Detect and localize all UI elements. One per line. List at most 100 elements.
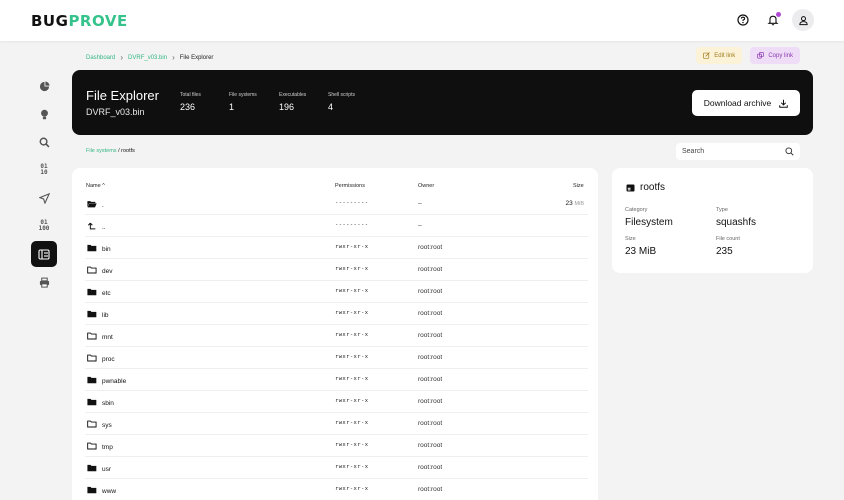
row-name: sys [87, 420, 112, 430]
sidebar-item-binary[interactable]: 01 10 [31, 157, 57, 183]
search-placeholder: Search [682, 148, 705, 155]
folder-outline-icon [87, 420, 97, 430]
folder-filled-icon [87, 398, 97, 408]
file-name: bin [102, 245, 111, 253]
copy-link-label: Copy link [768, 52, 793, 59]
sidebar-item-insights[interactable] [31, 101, 57, 127]
folder-filled-icon [87, 376, 97, 386]
file-owner: root:root [418, 442, 443, 449]
row-name: etc [87, 288, 111, 298]
column-header-name[interactable]: Name ^ [86, 183, 105, 189]
row-name: proc [87, 354, 115, 364]
copy-link-button[interactable]: Copy link [750, 47, 800, 64]
sidebar-item-binary-analysis[interactable]: 01 100 [31, 213, 57, 239]
table-row[interactable]: . --------- – 23 MiB [85, 193, 588, 215]
user-avatar-icon[interactable] [792, 9, 814, 31]
stat-value: 4 [328, 102, 334, 112]
file-owner: root:root [418, 288, 443, 295]
type-label: Type [716, 207, 728, 213]
row-name: bin [87, 244, 111, 254]
notifications-bell-icon[interactable] [762, 9, 784, 31]
file-owner: root:root [418, 332, 443, 339]
table-row[interactable]: usr rwxr-xr-x root:root [85, 457, 588, 479]
table-row[interactable]: etc rwxr-xr-x root:root [85, 281, 588, 303]
table-row[interactable]: sbin rwxr-xr-x root:root [85, 391, 588, 413]
file-owner: root:root [418, 464, 443, 471]
row-name: pwnable [87, 376, 126, 386]
download-icon [779, 99, 789, 108]
stat-label: File systems [229, 92, 257, 98]
stat-value: 1 [229, 102, 235, 112]
table-row[interactable]: bin rwxr-xr-x root:root [85, 237, 588, 259]
stat-executables: Executables 196 [279, 92, 306, 112]
file-owner: root:root [418, 486, 443, 493]
table-row[interactable]: .. --------- – [85, 215, 588, 237]
folder-open-icon [87, 200, 97, 210]
file-name: sbin [102, 399, 114, 407]
folder-filled-icon [87, 464, 97, 474]
file-permissions: rwxr-xr-x [335, 244, 369, 250]
binary-01-icon: 01 10 [40, 163, 48, 176]
folder-filled-icon [87, 288, 97, 298]
info-title-text: rootfs [640, 182, 666, 193]
search-input[interactable]: Search [676, 143, 800, 160]
table-row[interactable]: sys rwxr-xr-x root:root [85, 413, 588, 435]
column-header-permissions[interactable]: Permissions [335, 183, 365, 189]
file-owner: root:root [418, 376, 443, 383]
stat-label: Executables [279, 92, 307, 98]
category-label: Category [625, 207, 648, 213]
table-row[interactable]: proc rwxr-xr-x root:root [85, 347, 588, 369]
table-row[interactable]: tmp rwxr-xr-x root:root [85, 435, 588, 457]
file-count-label: File count [716, 236, 740, 242]
logo-text-prove: PROVE [68, 12, 128, 30]
help-icon[interactable] [732, 9, 754, 31]
column-header-owner[interactable]: Owner [418, 183, 434, 189]
table-row[interactable]: www rwxr-xr-x root:root [85, 479, 588, 500]
top-icons [732, 9, 814, 31]
file-owner: root:root [418, 266, 443, 273]
file-name: mnt [102, 333, 113, 341]
notification-dot [776, 12, 781, 17]
stat-label: Shell scripts [328, 92, 355, 98]
filesystem-info-card: rootfs Category Filesystem Type squashfs… [612, 168, 813, 273]
sidebar-item-send[interactable] [31, 185, 57, 211]
file-permissions: --------- [335, 200, 369, 206]
edit-link-button[interactable]: Edit link [696, 47, 743, 64]
folder-filled-icon [87, 310, 97, 320]
printer-icon [39, 277, 49, 288]
path-root-link[interactable]: File systems [86, 148, 117, 154]
sidebar-item-file-explorer[interactable] [31, 241, 57, 267]
file-owner: – [418, 200, 422, 207]
bugprove-logo[interactable]: BUGPROVE [31, 12, 128, 30]
file-name: proc [102, 355, 115, 363]
file-permissions: rwxr-xr-x [335, 310, 369, 316]
row-name: usr [87, 464, 111, 474]
file-name: dev [102, 267, 113, 275]
file-permissions: rwxr-xr-x [335, 442, 369, 448]
file-name: usr [102, 465, 112, 473]
sort-asc-icon: ^ [102, 183, 105, 189]
file-permissions: rwxr-xr-x [335, 486, 369, 492]
sidebar-item-overview[interactable] [31, 73, 57, 99]
stat-file-systems: File systems 1 [229, 92, 257, 112]
sidebar-item-print[interactable] [31, 269, 57, 295]
download-archive-label: Download archive [703, 98, 772, 108]
table-row[interactable]: pwnable rwxr-xr-x root:root [85, 369, 588, 391]
row-name: dev [87, 266, 112, 276]
file-name: sys [102, 421, 112, 429]
page-title: File Explorer [86, 88, 159, 103]
folder-outline-icon [87, 354, 97, 364]
pie-chart-icon [39, 80, 50, 91]
sidebar: 01 10 01 100 [31, 73, 57, 297]
size-number: 23 [565, 200, 573, 207]
table-row[interactable]: mnt rwxr-xr-x root:root [85, 325, 588, 347]
download-archive-button[interactable]: Download archive [692, 90, 800, 116]
copy-link-icon [757, 52, 765, 59]
breadcrumb-firmware[interactable]: DVRF_v03.bin [128, 55, 167, 61]
table-row[interactable]: lib rwxr-xr-x root:root [85, 303, 588, 325]
table-row[interactable]: dev rwxr-xr-x root:root [85, 259, 588, 281]
column-header-size[interactable]: Size [573, 183, 584, 189]
breadcrumb-dashboard[interactable]: Dashboard [86, 55, 115, 61]
file-name: .. [102, 223, 106, 231]
sidebar-item-search[interactable] [31, 129, 57, 155]
